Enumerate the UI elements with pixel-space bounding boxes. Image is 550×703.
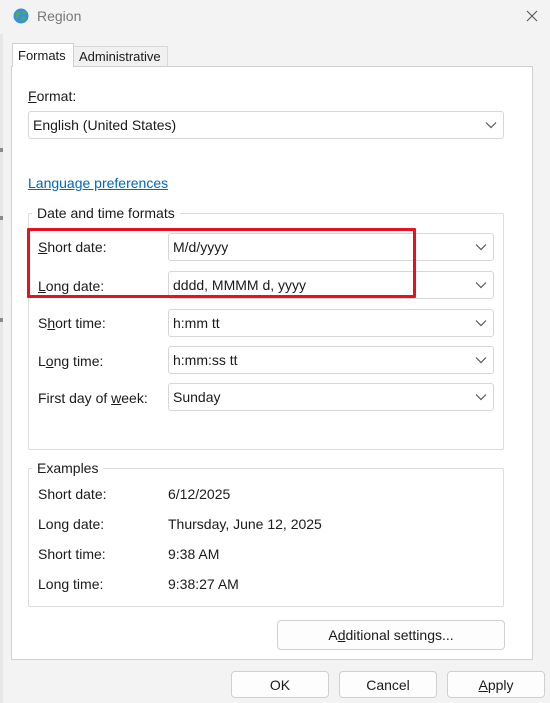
example-short-date-label: Short date: — [38, 486, 107, 502]
chevron-down-icon — [469, 393, 493, 401]
format-value: English (United States) — [33, 117, 177, 133]
edge-tick — [0, 216, 3, 220]
example-long-date-value: Thursday, June 12, 2025 — [168, 516, 322, 532]
example-long-time-value: 9:38:27 AM — [168, 576, 239, 592]
chevron-down-icon — [469, 243, 493, 251]
examples-legend: Examples — [32, 460, 104, 476]
first-day-of-week-value: Sunday — [173, 389, 221, 405]
close-button[interactable] — [514, 2, 550, 30]
edge-tick — [0, 148, 3, 152]
example-short-time-value: 9:38 AM — [168, 546, 220, 562]
apply-button[interactable]: Apply — [447, 671, 545, 698]
tab-administrative[interactable]: Administrative — [74, 46, 168, 66]
long-time-dropdown[interactable]: h:mm:ss tt — [168, 346, 494, 374]
ok-label: OK — [269, 676, 291, 693]
example-long-time-label: Long time: — [38, 576, 104, 592]
globe-icon — [12, 7, 30, 25]
chevron-down-icon — [469, 356, 493, 364]
chevron-down-icon — [479, 121, 503, 129]
first-day-of-week-label: First day of week: — [38, 390, 148, 406]
cancel-button[interactable]: Cancel — [339, 671, 437, 698]
background-window-edge — [0, 34, 3, 703]
cancel-label: Cancel — [366, 676, 410, 693]
additional-settings-label: Additional settings... — [328, 627, 454, 643]
apply-label: Apply — [478, 676, 514, 693]
title-bar — [0, 0, 550, 34]
long-time-label: Long time: — [38, 353, 104, 369]
date-time-formats-legend: Date and time formats — [32, 205, 180, 221]
example-short-date-value: 6/12/2025 — [168, 486, 231, 502]
edge-tick — [0, 318, 3, 322]
format-label: Format: — [28, 88, 77, 104]
chevron-down-icon — [469, 319, 493, 327]
example-long-date-label: Long date: — [38, 516, 105, 532]
example-short-time-label: Short time: — [38, 546, 106, 562]
close-icon — [526, 10, 538, 22]
tab-formats[interactable]: Formats — [12, 43, 74, 67]
chevron-down-icon — [469, 281, 493, 289]
long-time-value: h:mm:ss tt — [173, 352, 238, 368]
language-preferences-link[interactable]: Language preferences — [28, 175, 168, 191]
short-time-value: h:mm tt — [173, 315, 220, 331]
window-title: Region — [37, 8, 82, 24]
highlight-box — [27, 228, 416, 298]
short-time-dropdown[interactable]: h:mm tt — [168, 309, 494, 337]
tab-administrative-label: Administrative — [79, 49, 161, 64]
short-time-label: Short time: — [38, 315, 106, 331]
format-dropdown[interactable]: English (United States) — [28, 111, 504, 139]
ok-button[interactable]: OK — [231, 671, 329, 698]
tab-formats-label: Formats — [18, 48, 66, 63]
additional-settings-button[interactable]: Additional settings... — [277, 620, 505, 650]
first-day-of-week-dropdown[interactable]: Sunday — [168, 383, 494, 411]
